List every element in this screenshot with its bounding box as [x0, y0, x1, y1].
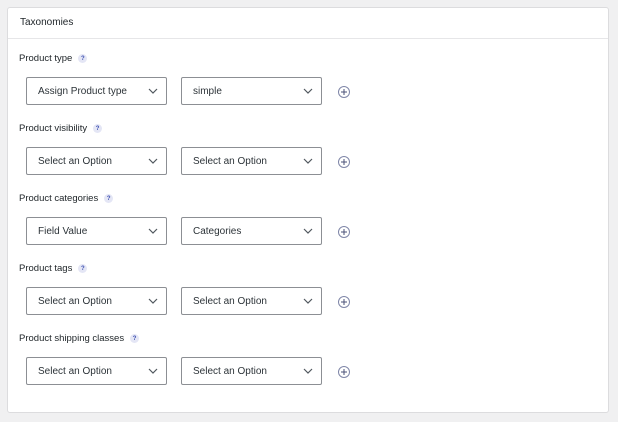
chevron-down-icon — [148, 368, 158, 374]
select-value: Select an Option — [193, 295, 267, 307]
chevron-down-icon — [148, 158, 158, 164]
product-type-label: Product type ? — [19, 53, 88, 64]
select-value: Select an Option — [38, 295, 112, 307]
panel-title: Taxonomies — [8, 8, 608, 39]
product-visibility-source-select[interactable]: Select an Option — [26, 147, 167, 175]
label-text: Product tags — [19, 263, 73, 274]
select-value: Categories — [193, 225, 242, 237]
product-categories-source-select[interactable]: Field Value — [26, 217, 167, 245]
add-product-visibility-button[interactable] — [338, 156, 350, 168]
product-tags-value-select[interactable]: Select an Option — [181, 287, 322, 315]
plus-icon — [341, 159, 347, 165]
chevron-down-icon — [303, 368, 313, 374]
help-icon[interactable]: ? — [130, 334, 140, 343]
select-value: Select an Option — [38, 365, 112, 377]
add-product-shipping-classes-button[interactable] — [338, 366, 350, 378]
label-text: Product categories — [19, 193, 99, 204]
product-visibility-label: Product visibility ? — [19, 123, 103, 134]
plus-icon — [341, 89, 347, 95]
add-product-tags-button[interactable] — [338, 296, 350, 308]
help-icon[interactable]: ? — [104, 194, 114, 203]
chevron-down-icon — [303, 158, 313, 164]
label-text: Product visibility — [19, 123, 88, 134]
label-text: Product type — [19, 53, 73, 64]
select-value: Select an Option — [193, 155, 267, 167]
select-value: Field Value — [38, 225, 88, 237]
label-text: Product shipping classes — [19, 333, 125, 344]
add-product-type-button[interactable] — [338, 86, 350, 98]
help-icon[interactable]: ? — [78, 54, 88, 63]
product-categories-label: Product categories ? — [19, 193, 114, 204]
chevron-down-icon — [148, 88, 158, 94]
plus-icon — [341, 369, 347, 375]
help-icon[interactable]: ? — [93, 124, 103, 133]
product-tags-label: Product tags ? — [19, 263, 88, 274]
help-icon[interactable]: ? — [78, 264, 88, 273]
add-product-categories-button[interactable] — [338, 226, 350, 238]
select-value: simple — [193, 85, 222, 97]
chevron-down-icon — [303, 228, 313, 234]
product-tags-source-select[interactable]: Select an Option — [26, 287, 167, 315]
product-type-value-select[interactable]: simple — [181, 77, 322, 105]
chevron-down-icon — [148, 228, 158, 234]
select-value: Assign Product type — [38, 85, 127, 97]
product-shipping-classes-source-select[interactable]: Select an Option — [26, 357, 167, 385]
product-shipping-classes-value-select[interactable]: Select an Option — [181, 357, 322, 385]
taxonomies-panel: Taxonomies Product type ? Assign Product… — [7, 7, 609, 413]
select-value: Select an Option — [38, 155, 112, 167]
product-visibility-value-select[interactable]: Select an Option — [181, 147, 322, 175]
product-shipping-classes-label: Product shipping classes ? — [19, 333, 140, 344]
plus-icon — [341, 299, 347, 305]
chevron-down-icon — [148, 298, 158, 304]
plus-icon — [341, 229, 347, 235]
chevron-down-icon — [303, 88, 313, 94]
select-value: Select an Option — [193, 365, 267, 377]
product-type-source-select[interactable]: Assign Product type — [26, 77, 167, 105]
chevron-down-icon — [303, 298, 313, 304]
product-categories-value-select[interactable]: Categories — [181, 217, 322, 245]
